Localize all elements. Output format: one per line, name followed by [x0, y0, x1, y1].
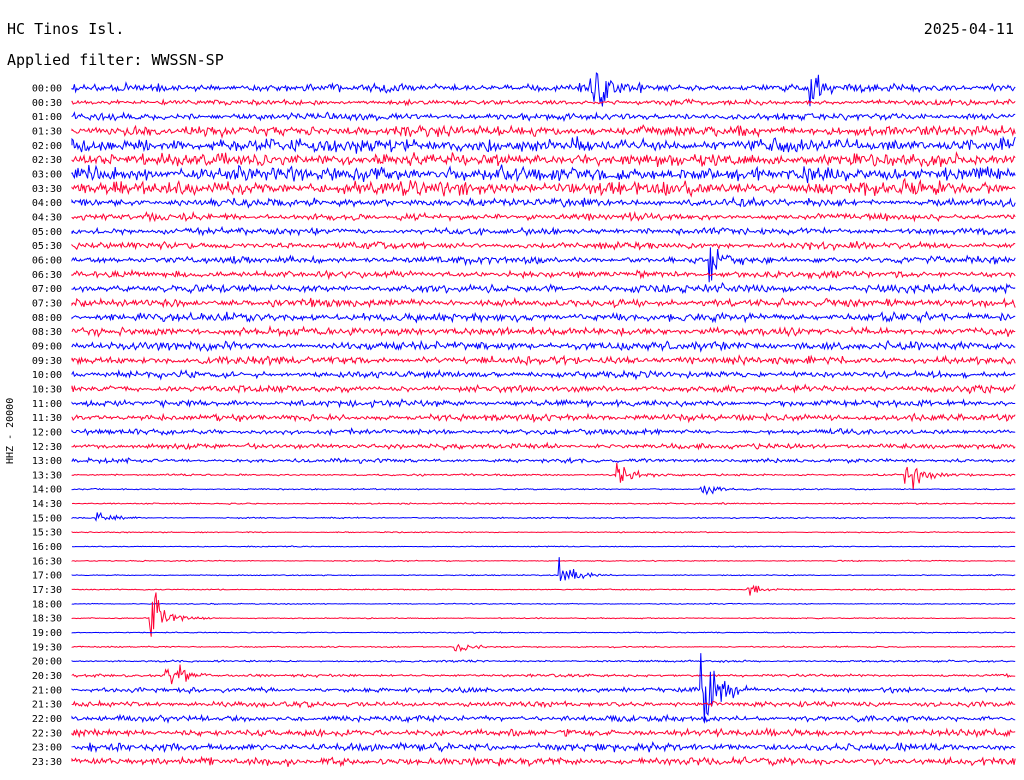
- time-label: 22:30: [32, 728, 62, 739]
- seismogram-trace: [71, 124, 1016, 139]
- seismogram-trace: [71, 726, 1016, 739]
- time-label: 19:00: [32, 628, 62, 639]
- seismogram-trace: [71, 111, 1016, 123]
- time-label: 15:30: [32, 528, 62, 539]
- seismogram-trace: [71, 281, 1016, 295]
- time-label: 18:30: [32, 614, 62, 625]
- time-label: 04:00: [32, 198, 62, 209]
- time-label: 02:00: [32, 141, 62, 152]
- seismogram-trace: [71, 643, 1016, 653]
- time-label: 21:30: [32, 700, 62, 711]
- seismogram-traces: [71, 72, 1016, 768]
- seismogram-trace: [71, 631, 1016, 634]
- seismogram-trace: [71, 247, 1016, 283]
- time-label: 19:30: [32, 642, 62, 653]
- time-label: 12:30: [32, 442, 62, 453]
- seismogram-trace: [71, 369, 1016, 381]
- time-label: 12:00: [32, 427, 62, 438]
- seismogram-trace: [71, 383, 1016, 395]
- seismogram-trace: [71, 602, 1016, 606]
- seismogram-trace: [71, 664, 1016, 685]
- time-label: 06:30: [32, 270, 62, 281]
- time-label: 02:30: [32, 155, 62, 166]
- seismogram-trace: [71, 659, 1016, 664]
- seismogram-trace: [71, 462, 1016, 490]
- time-label: 23:30: [32, 757, 62, 768]
- time-label: 08:00: [32, 313, 62, 324]
- time-label: 03:00: [32, 169, 62, 180]
- seismogram-trace: [71, 530, 1016, 534]
- time-label: 13:00: [32, 456, 62, 467]
- seismogram-trace: [71, 699, 1016, 709]
- time-label: 23:00: [32, 743, 62, 754]
- seismogram-trace: [71, 164, 1016, 184]
- time-label: 00:00: [32, 84, 62, 95]
- time-label: 09:30: [32, 356, 62, 367]
- time-label: 15:00: [32, 513, 62, 524]
- time-label: 00:30: [32, 98, 62, 109]
- time-label: 11:30: [32, 413, 62, 424]
- time-label: 07:30: [32, 298, 62, 309]
- seismogram-trace: [71, 398, 1016, 409]
- seismogram-trace: [71, 210, 1016, 223]
- time-label: 07:00: [32, 284, 62, 295]
- seismogram-trace: [71, 196, 1016, 209]
- time-label: 16:30: [32, 556, 62, 567]
- time-label: 14:00: [32, 485, 62, 496]
- seismogram-trace: [71, 150, 1016, 168]
- time-label: 08:30: [32, 327, 62, 338]
- seismogram-trace: [71, 310, 1016, 324]
- time-label: 05:30: [32, 241, 62, 252]
- seismogram-trace: [71, 325, 1016, 338]
- time-label: 11:00: [32, 399, 62, 410]
- seismogram-trace: [71, 545, 1016, 548]
- time-label: 01:30: [32, 126, 62, 137]
- seismogram-trace: [71, 740, 1016, 754]
- seismogram-trace: [71, 456, 1016, 465]
- time-label: 17:00: [32, 571, 62, 582]
- seismogram-plot: 00:00 00:30 01:00 01:30 02:00 02:30 03:00 03:30…: [32, 72, 1016, 769]
- seismogram-trace: [71, 713, 1016, 724]
- seismogram-trace: [71, 135, 1016, 154]
- time-label: 16:00: [32, 542, 62, 553]
- seismogram-trace: [71, 584, 1016, 596]
- time-labels: 00:00 00:30 01:00 01:30 02:00 02:30 03:00 03:30…: [32, 84, 62, 769]
- seismogram-trace: [71, 225, 1016, 237]
- time-label: 03:30: [32, 184, 62, 195]
- seismogram-trace: [71, 755, 1016, 768]
- time-label: 18:00: [32, 599, 62, 610]
- time-label: 20:00: [32, 657, 62, 668]
- seismogram-trace: [71, 502, 1016, 505]
- time-label: 20:30: [32, 671, 62, 682]
- time-label: 06:00: [32, 255, 62, 266]
- seismogram-trace: [71, 97, 1016, 107]
- seismogram-trace: [71, 339, 1016, 353]
- time-label: 09:00: [32, 341, 62, 352]
- time-label: 05:00: [32, 227, 62, 238]
- time-label: 01:00: [32, 112, 62, 123]
- time-label: 04:30: [32, 212, 62, 223]
- time-label: 13:30: [32, 470, 62, 481]
- time-label: 10:30: [32, 384, 62, 395]
- seismogram-trace: [71, 412, 1016, 424]
- time-label: 21:00: [32, 685, 62, 696]
- seismogram-trace: [71, 427, 1016, 437]
- seismogram-trace: [71, 653, 1016, 722]
- seismogram-trace: [71, 240, 1016, 252]
- seismogram-trace: [71, 511, 1016, 522]
- seismogram-trace: [71, 177, 1016, 198]
- seismogram-trace: [71, 592, 1016, 637]
- seismogram-trace: [71, 441, 1016, 451]
- time-label: 14:30: [32, 499, 62, 510]
- seismogram-trace: [71, 354, 1016, 367]
- time-label: 10:00: [32, 370, 62, 381]
- seismogram-trace: [71, 296, 1016, 309]
- seismogram-trace: [71, 559, 1016, 563]
- seismogram-trace: [71, 485, 1016, 496]
- seismogram-trace: [71, 268, 1016, 281]
- time-label: 22:00: [32, 714, 62, 725]
- time-label: 17:30: [32, 585, 62, 596]
